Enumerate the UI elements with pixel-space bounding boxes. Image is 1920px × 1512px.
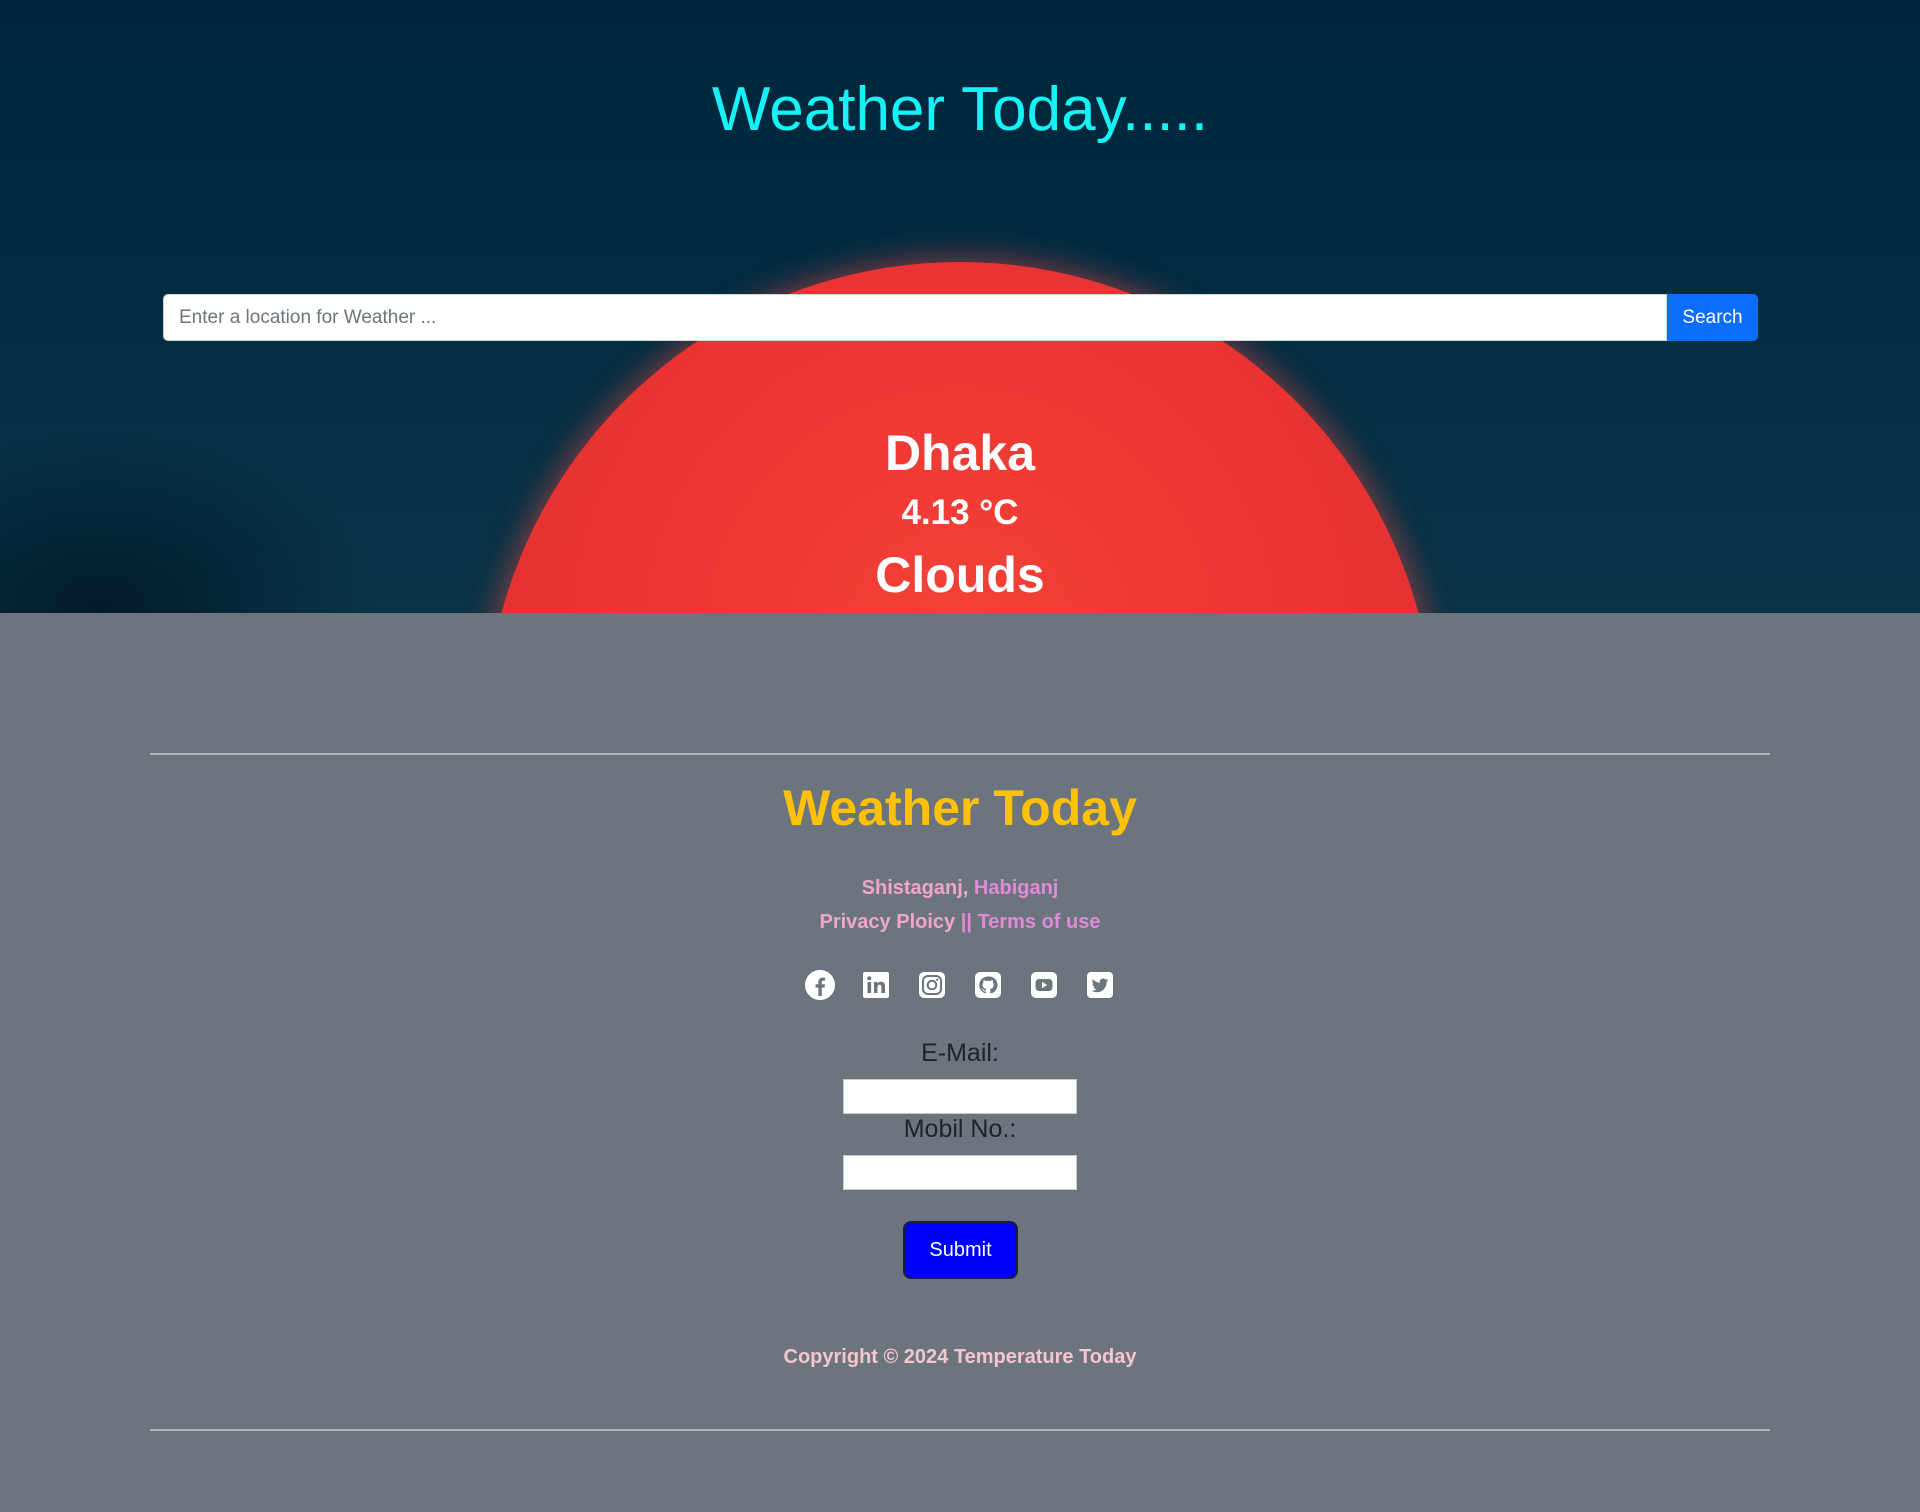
facebook-icon[interactable] (804, 969, 836, 1001)
search-bar: Search (163, 294, 1758, 341)
temperature-value: 4.13 °C (901, 493, 1019, 532)
footer-links: Privacy Ploicy || Terms of use (0, 907, 1920, 937)
privacy-policy-link[interactable]: Privacy Ploicy (820, 911, 956, 933)
weather-condition: Clouds (875, 547, 1045, 603)
address-city: Shistaganj, (861, 877, 969, 899)
email-label: E-Mail: (921, 1039, 999, 1067)
footer-divider-top (150, 753, 1770, 755)
submit-button[interactable]: Submit (903, 1221, 1018, 1279)
instagram-icon[interactable] (916, 969, 948, 1001)
terms-of-use-link[interactable]: Terms of use (977, 911, 1100, 933)
search-button[interactable]: Search (1667, 294, 1758, 341)
search-input[interactable] (163, 294, 1667, 341)
footer-address: Shistaganj, Habiganj (0, 873, 1920, 903)
link-separator: || (960, 911, 972, 933)
footer: Weather Today Shistaganj, Habiganj Priva… (0, 613, 1920, 1512)
address-district: Habiganj (973, 877, 1059, 899)
social-links (0, 969, 1920, 1001)
twitter-icon[interactable] (1084, 969, 1116, 1001)
youtube-icon[interactable] (1028, 969, 1060, 1001)
linkedin-icon[interactable] (860, 969, 892, 1001)
mobile-field[interactable] (843, 1155, 1077, 1190)
mobile-label: Mobil No.: (903, 1115, 1017, 1143)
github-icon[interactable] (972, 969, 1004, 1001)
page-title: Weather Today..... (711, 75, 1209, 144)
footer-title: Weather Today (783, 780, 1137, 836)
city-name: Dhaka (884, 425, 1036, 481)
email-field[interactable] (843, 1079, 1077, 1114)
hero-section: Weather Today..... Search Dhaka 4.13 °C … (0, 0, 1920, 613)
copyright-text: Copyright © 2024 Temperature Today (783, 1346, 1137, 1368)
footer-divider-bottom (150, 1429, 1770, 1431)
